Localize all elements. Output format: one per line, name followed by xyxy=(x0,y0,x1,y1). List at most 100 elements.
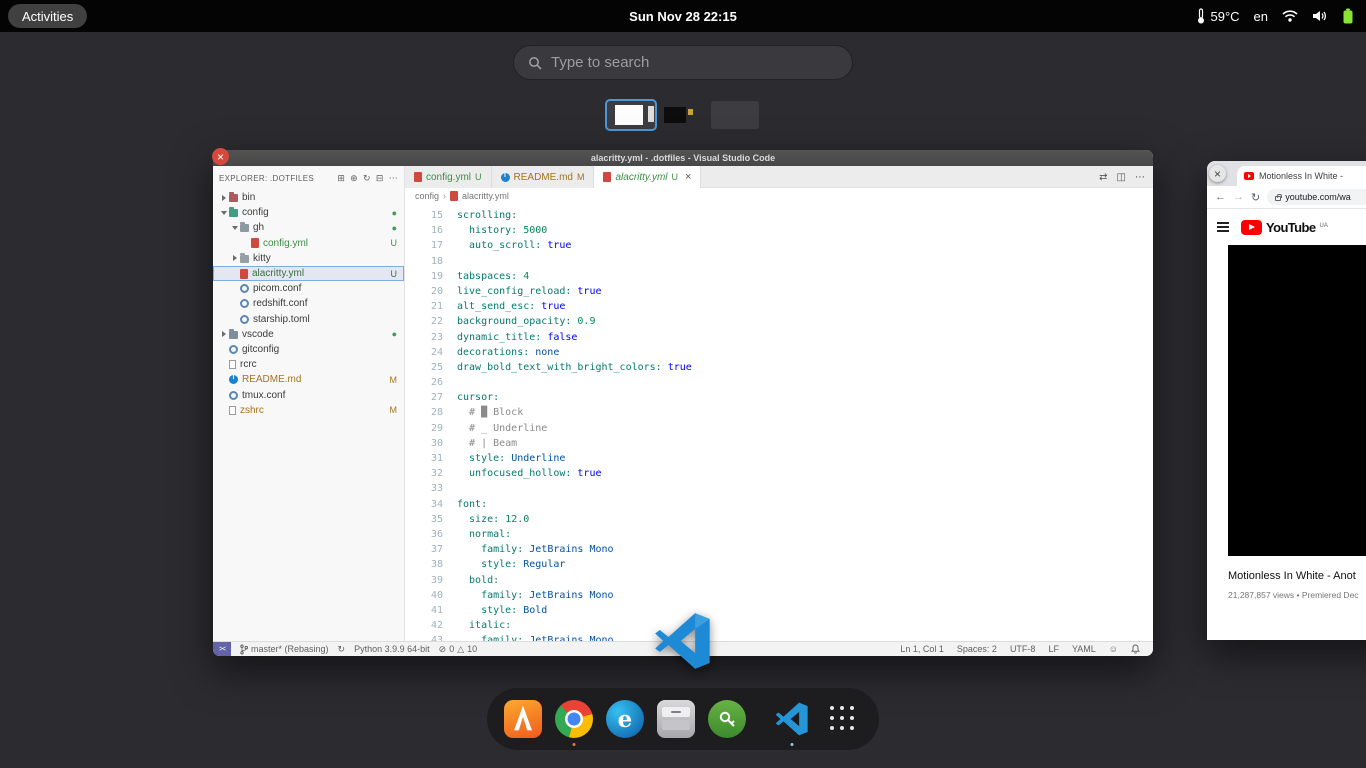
git-branch-status[interactable]: master* (Rebasing) xyxy=(240,644,329,655)
breadcrumb-item-alacritty.yml[interactable]: alacritty.yml xyxy=(462,191,509,201)
feedback-icon[interactable]: ☺ xyxy=(1109,644,1118,654)
tree-item-tmux.conf[interactable]: tmux.conf xyxy=(213,387,404,402)
tree-item-picom.conf[interactable]: picom.conf xyxy=(213,281,404,296)
close-tab-icon[interactable]: × xyxy=(685,171,691,183)
file-label: README.md xyxy=(242,374,390,385)
dock-item-keepassxc[interactable] xyxy=(708,700,746,738)
chevron-down-icon xyxy=(219,208,229,218)
menu-icon[interactable] xyxy=(1217,222,1229,232)
tree-item-starship.toml[interactable]: starship.toml xyxy=(213,312,404,327)
files-icon xyxy=(657,700,695,738)
reload-icon[interactable]: ↻ xyxy=(1251,191,1260,204)
split-editor-icon[interactable]: ◫ xyxy=(1117,172,1126,183)
new-file-icon[interactable]: ⊞ xyxy=(337,173,345,184)
dock-item-chrome[interactable] xyxy=(555,700,593,738)
browser-tab[interactable]: Motionless In White - xyxy=(1237,166,1366,186)
compare-changes-icon[interactable]: ⇄ xyxy=(1099,172,1107,183)
tree-item-redshift.conf[interactable]: redshift.conf xyxy=(213,296,404,311)
dock-item-vscode[interactable] xyxy=(773,700,811,738)
refresh-explorer-icon[interactable]: ↻ xyxy=(363,173,371,184)
gear-icon xyxy=(229,391,238,400)
dock-item-files[interactable] xyxy=(657,700,695,738)
tree-item-kitty[interactable]: kitty xyxy=(213,251,404,266)
url-text: youtube.com/wa xyxy=(1285,192,1351,202)
file-label: picom.conf xyxy=(253,283,404,294)
line-number: 35 xyxy=(405,512,443,527)
python-interpreter[interactable]: Python 3.9.9 64-bit xyxy=(354,644,430,654)
back-icon[interactable]: ← xyxy=(1215,191,1226,203)
tree-item-zshrc[interactable]: zshrcM xyxy=(213,403,404,418)
encoding-setting[interactable]: UTF-8 xyxy=(1010,644,1036,654)
tab-actions: ⇄ ◫ ⋯ xyxy=(1099,166,1145,188)
vscode-window[interactable]: alacritty.yml - .dotfiles - Visual Studi… xyxy=(213,150,1153,656)
tree-item-alacritty.yml[interactable]: alacritty.ymlU xyxy=(213,266,404,281)
gear-icon xyxy=(229,345,238,354)
tree-item-config.yml[interactable]: config.ymlU xyxy=(213,236,404,251)
search-input[interactable] xyxy=(551,54,838,71)
youtube-page: YouTube UA Motionless In White - Anot 21… xyxy=(1207,209,1366,600)
vscode-app-icon xyxy=(654,612,712,670)
clock[interactable]: Sun Nov 28 22:15 xyxy=(629,0,737,32)
code-editor[interactable]: 1516171819202122232425262728293031323334… xyxy=(405,203,1153,641)
activities-button[interactable]: Activities xyxy=(8,4,87,28)
yml-icon xyxy=(414,172,422,182)
folder-icon xyxy=(229,209,238,217)
notifications-bell-icon[interactable] xyxy=(1131,644,1140,655)
info-icon xyxy=(229,375,238,384)
code-line: draw_bold_text_with_bright_colors: true xyxy=(457,360,1153,375)
tree-item-gitconfig[interactable]: gitconfig xyxy=(213,342,404,357)
workspace-thumbnail-3[interactable] xyxy=(711,101,759,129)
chrome-window[interactable]: Motionless In White - ← → ↻ youtube.com/… xyxy=(1207,161,1366,640)
thermometer-icon xyxy=(1196,8,1206,24)
git-status-badge: U xyxy=(391,269,398,279)
code-content: scrolling: history: 5000 auto_scroll: tr… xyxy=(457,208,1153,641)
workspace-thumbnail-2[interactable] xyxy=(659,101,707,129)
youtube-header: YouTube UA xyxy=(1207,209,1366,245)
tab-label: alacritty.yml xyxy=(615,172,667,183)
breadcrumb-item-config[interactable]: config xyxy=(415,191,439,201)
workspace-thumbnail-1[interactable] xyxy=(607,101,655,129)
cursor-position[interactable]: Ln 1, Col 1 xyxy=(900,644,944,654)
line-number: 26 xyxy=(405,375,443,390)
address-bar[interactable]: youtube.com/wa xyxy=(1267,189,1366,205)
tree-item-config[interactable]: config● xyxy=(213,205,404,220)
language-mode[interactable]: YAML xyxy=(1072,644,1096,654)
new-folder-icon[interactable]: ⊕ xyxy=(350,173,358,184)
editor-tab-README.md[interactable]: README.mdM xyxy=(492,166,595,188)
explorer-more-icon[interactable]: ⋯ xyxy=(389,173,398,184)
tree-item-bin[interactable]: bin xyxy=(213,190,404,205)
tree-item-gh[interactable]: gh● xyxy=(213,220,404,235)
problems-status[interactable]: ⊘ 0 △ 10 xyxy=(439,644,478,655)
editor-tab-alacritty.yml[interactable]: alacritty.ymlU× xyxy=(594,166,701,188)
line-number: 28 xyxy=(405,405,443,420)
line-number: 29 xyxy=(405,421,443,436)
tree-item-README.md[interactable]: README.mdM xyxy=(213,372,404,387)
dock-item-app-grid[interactable] xyxy=(824,700,862,738)
sync-icon[interactable]: ↻ xyxy=(338,644,346,655)
app-grid-icon xyxy=(830,706,856,732)
close-chrome-window-button[interactable]: × xyxy=(1209,165,1226,182)
video-meta: 21,287,857 views • Premiered Dec xyxy=(1228,590,1366,600)
keyboard-layout[interactable]: en xyxy=(1254,9,1268,24)
overview-search[interactable] xyxy=(513,45,853,80)
video-player[interactable] xyxy=(1228,245,1366,556)
collapse-folders-icon[interactable]: ⊟ xyxy=(376,173,384,184)
explorer-title: EXPLORER: .DOTFILES xyxy=(219,174,332,183)
battery-icon xyxy=(1342,8,1354,24)
close-vscode-window-button[interactable]: × xyxy=(212,148,229,165)
eol-setting[interactable]: LF xyxy=(1048,644,1059,654)
dock-item-alacritty[interactable] xyxy=(504,700,542,738)
editor-more-icon[interactable]: ⋯ xyxy=(1135,172,1145,183)
indent-spacer xyxy=(230,299,240,309)
line-number: 18 xyxy=(405,254,443,269)
remote-indicator[interactable]: >< xyxy=(213,642,231,657)
tree-item-vscode[interactable]: vscode● xyxy=(213,327,404,342)
dock-item-edge[interactable]: e xyxy=(606,700,644,738)
tree-item-rcrc[interactable]: rcrc xyxy=(213,357,404,372)
editor-tab-config.yml[interactable]: config.ymlU xyxy=(405,166,492,188)
folder-icon xyxy=(229,194,238,202)
system-tray[interactable]: 59°C en xyxy=(1196,0,1354,32)
indentation-setting[interactable]: Spaces: 2 xyxy=(957,644,997,654)
forward-icon[interactable]: → xyxy=(1233,191,1244,203)
youtube-logo[interactable]: YouTube UA xyxy=(1241,220,1328,235)
